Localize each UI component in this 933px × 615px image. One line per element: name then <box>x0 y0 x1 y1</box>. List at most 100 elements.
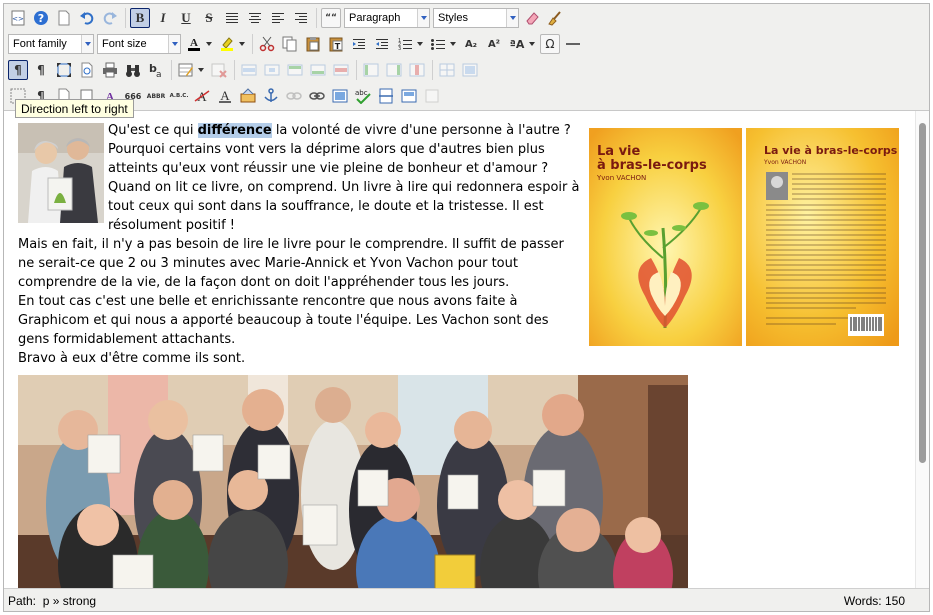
attributes-icon <box>240 88 256 103</box>
print-button[interactable] <box>100 60 120 80</box>
cleanup-button[interactable] <box>545 8 565 28</box>
spellcheck-button[interactable]: abc <box>353 86 373 106</box>
highlight-color-button[interactable] <box>217 34 237 54</box>
font-size-select[interactable]: Font size <box>97 34 181 54</box>
fullscreen-button[interactable] <box>54 60 74 80</box>
change-case-dropdown[interactable] <box>527 34 537 54</box>
selected-word[interactable]: différence <box>197 123 272 138</box>
bullet-list-button[interactable] <box>428 34 448 54</box>
insert-row-after-button[interactable] <box>308 60 328 80</box>
author-portrait-image[interactable] <box>18 123 104 223</box>
article-text: Qu'est ce qui différence la volonté de v… <box>18 121 582 368</box>
delete-table-button[interactable] <box>209 60 229 80</box>
justify-full-button[interactable] <box>222 8 242 28</box>
insert-text-button[interactable]: A <box>215 86 235 106</box>
numbered-list-button[interactable]: 123 <box>395 34 415 54</box>
delete-col-button[interactable] <box>407 60 427 80</box>
anchor-icon <box>264 88 278 102</box>
vertical-scrollbar[interactable] <box>915 111 929 589</box>
insert-table-dropdown[interactable] <box>196 60 206 80</box>
preview-button[interactable] <box>77 60 97 80</box>
undo-button[interactable] <box>77 8 97 28</box>
strikethrough-button[interactable]: S <box>199 8 219 28</box>
group-photo-image[interactable] <box>18 375 688 589</box>
superscript-button[interactable]: A² <box>484 34 504 54</box>
align-center-button[interactable] <box>245 8 265 28</box>
rich-text-editor: <> ? B I U S ““ Paragraph Styles Font fa… <box>3 3 930 612</box>
align-left-button[interactable] <box>268 8 288 28</box>
text-color-dropdown[interactable] <box>204 34 214 54</box>
change-case-button[interactable]: ªA <box>507 34 527 54</box>
insert-table-button[interactable] <box>176 60 196 80</box>
horizontal-rule-button[interactable] <box>563 34 583 54</box>
html-source-button[interactable]: <> <box>8 8 28 28</box>
font-family-select[interactable]: Font family <box>8 34 94 54</box>
delete-text-button[interactable]: A <box>192 86 212 106</box>
spellcheck-icon: abc <box>355 89 371 104</box>
bullet-list-dropdown[interactable] <box>448 34 458 54</box>
underline-a-icon: A <box>219 88 231 103</box>
cut-button[interactable] <box>257 34 277 54</box>
numbered-list-icon: 123 <box>398 38 412 51</box>
paste-button[interactable] <box>303 34 323 54</box>
ltr-button[interactable]: ¶ <box>8 60 28 80</box>
remove-format-button[interactable] <box>522 8 542 28</box>
anchor-button[interactable] <box>261 86 281 106</box>
placeholder-icon <box>425 89 439 103</box>
align-right-button[interactable] <box>291 8 311 28</box>
highlight-color-dropdown[interactable] <box>237 34 247 54</box>
copy-button[interactable] <box>280 34 300 54</box>
subscript-button[interactable]: A₂ <box>461 34 481 54</box>
unlink-button[interactable] <box>284 86 304 106</box>
book-back-cover-image[interactable]: La vie à bras-le-corps Yvon VACHON <box>746 128 899 346</box>
bold-button[interactable]: B <box>130 8 150 28</box>
replace-button[interactable]: ba <box>146 60 166 80</box>
format-select[interactable]: Paragraph <box>344 8 430 28</box>
rtl-button[interactable]: ¶ <box>31 60 51 80</box>
book-front-cover-image[interactable]: La vie à bras-le-corps Yvon VACHON <box>589 128 742 346</box>
page-break-button[interactable] <box>376 86 396 106</box>
editor-content-area[interactable]: Qu'est ce qui différence la volonté de v… <box>4 110 929 589</box>
find-button[interactable] <box>123 60 143 80</box>
indent-button[interactable] <box>349 34 369 54</box>
row-props-button[interactable] <box>239 60 259 80</box>
underline-button[interactable]: U <box>176 8 196 28</box>
split-cells-button[interactable] <box>437 60 457 80</box>
path-value[interactable]: p » strong <box>43 594 96 608</box>
numbered-list-dropdown[interactable] <box>415 34 425 54</box>
link-button[interactable] <box>307 86 327 106</box>
svg-text:T: T <box>335 42 341 51</box>
table-cell-icon <box>264 64 280 76</box>
broom-icon <box>548 11 561 26</box>
author-photo <box>18 123 104 223</box>
help-icon: ? <box>34 11 48 25</box>
insert-image-button[interactable] <box>330 86 350 106</box>
row-insert-before-icon <box>287 64 303 76</box>
insert-col-before-button[interactable] <box>361 60 381 80</box>
non-breaking-button[interactable] <box>422 86 442 106</box>
special-character-button[interactable]: Ω <box>540 34 560 54</box>
media-button[interactable] <box>399 86 419 106</box>
attributes-button[interactable] <box>238 86 258 106</box>
merge-cells-button[interactable] <box>460 60 480 80</box>
acronym-button[interactable]: A.B.C. <box>169 86 189 106</box>
insert-row-before-button[interactable] <box>285 60 305 80</box>
redo-button[interactable] <box>100 8 120 28</box>
new-document-button[interactable] <box>54 8 74 28</box>
delete-row-button[interactable] <box>331 60 351 80</box>
book-front-author: Yvon VACHON <box>596 174 646 182</box>
abbr-button[interactable]: ABBR <box>146 86 166 106</box>
insert-col-after-button[interactable] <box>384 60 404 80</box>
outdent-button[interactable] <box>372 34 392 54</box>
blockquote-button[interactable]: ““ <box>321 8 341 28</box>
paste-text-button[interactable]: T <box>326 34 346 54</box>
styles-select[interactable]: Styles <box>433 8 519 28</box>
svg-text:a: a <box>156 70 162 78</box>
help-button[interactable]: ? <box>31 8 51 28</box>
scrollbar-thumb[interactable] <box>919 123 926 463</box>
text-color-button[interactable]: A <box>184 34 204 54</box>
col-insert-before-icon <box>363 63 379 77</box>
italic-button[interactable]: I <box>153 8 173 28</box>
book-back-cover: La vie à bras-le-corps Yvon VACHON <box>746 128 899 346</box>
cell-props-button[interactable] <box>262 60 282 80</box>
